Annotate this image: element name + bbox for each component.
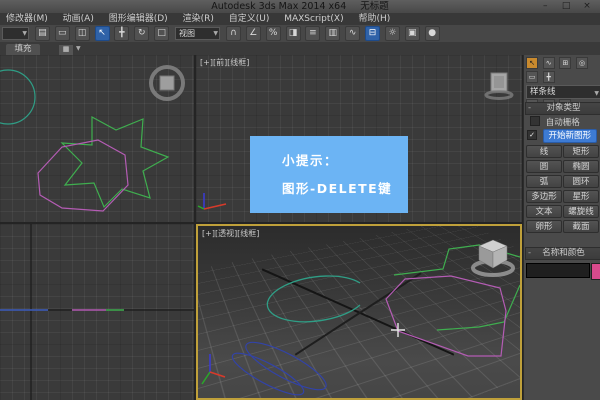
viewport-top[interactable] xyxy=(0,55,194,222)
ribbon-bar: 填充 ▦ ▼ xyxy=(0,42,600,56)
button-section[interactable]: 截面 xyxy=(563,220,599,233)
selection-filter-dropdown[interactable]: ▼ xyxy=(2,27,29,40)
tab-motion[interactable]: ◎ xyxy=(576,57,588,69)
menu-maxscript[interactable]: MAXScript(X) xyxy=(278,13,349,25)
autogrid-label: 自动栅格 xyxy=(546,118,580,128)
document-title: 无标题 xyxy=(360,1,389,12)
button-arc[interactable]: 弧 xyxy=(526,175,562,188)
menu-animation[interactable]: 动画(A) xyxy=(57,13,100,25)
tab-hierarchy[interactable]: ⊞ xyxy=(559,57,571,69)
button-line[interactable]: 线 xyxy=(526,145,562,158)
rectangular-selection-icon[interactable]: ▭ xyxy=(55,26,70,41)
viewport-left[interactable] xyxy=(0,224,194,400)
angle-snap-icon[interactable]: ∠ xyxy=(246,26,261,41)
tab-create[interactable]: ↖ xyxy=(526,57,538,69)
schematic-view-icon[interactable]: ⊟ xyxy=(365,26,380,41)
percent-snap-icon[interactable]: % xyxy=(266,26,281,41)
button-donut[interactable]: 圆环 xyxy=(563,175,599,188)
viewcube-ortho-icon xyxy=(151,67,183,99)
menu-bar: 修改器(M) 动画(A) 图形编辑器(D) 渲染(R) 自定义(U) MAXSc… xyxy=(0,13,600,25)
select-and-scale-icon[interactable]: □ xyxy=(154,26,169,41)
button-star[interactable]: 星形 xyxy=(563,190,599,203)
tab-display[interactable]: ▭ xyxy=(526,71,538,83)
layer-manager-icon[interactable]: ▥ xyxy=(325,26,340,41)
viewcube-ortho-icon xyxy=(486,73,512,99)
chevron-down-icon[interactable]: ▼ xyxy=(76,45,81,52)
viewport-area: [+][前][线框] xyxy=(0,55,523,400)
rollout-name-color[interactable]: - 名称和颜色 xyxy=(525,247,600,260)
object-color-swatch[interactable] xyxy=(591,263,600,280)
button-egg[interactable]: 卵形 xyxy=(526,220,562,233)
window-controls: – □ × xyxy=(536,0,596,13)
close-button[interactable]: × xyxy=(578,0,596,13)
viewport-perspective[interactable]: [+][透视][线框] xyxy=(196,224,522,400)
hint-title: 小提示： xyxy=(282,150,338,169)
command-panel: ↖ ∿ ⊞ ◎ ▭ ╋ ● ◠ ◇ ▣ △ ≈ ⊕ 样条线 ▼ - 对象类型 自… xyxy=(523,55,600,400)
collapse-icon: - xyxy=(528,103,531,114)
window-crossing-icon[interactable]: ◫ xyxy=(75,26,90,41)
align-icon[interactable]: ≡ xyxy=(305,26,320,41)
viewport-perspective-label[interactable]: [+][透视][线框] xyxy=(202,228,259,239)
menu-graph-editors[interactable]: 图形编辑器(D) xyxy=(103,13,174,25)
mirror-icon[interactable]: ◨ xyxy=(286,26,301,41)
button-rectangle[interactable]: 矩形 xyxy=(563,145,599,158)
start-new-shape-checkbox[interactable]: ✓ xyxy=(527,130,537,140)
button-circle[interactable]: 圆 xyxy=(526,160,562,173)
main-toolbar: ▼ ▤ ▭ ◫ ↖ ╋ ↻ □ 视图▼ ∩ ∠ % ◨ ≡ ▥ ∿ ⊟ ☼ ▣ … xyxy=(0,25,600,43)
shape-category-value: 样条线 xyxy=(530,87,556,97)
render-setup-icon[interactable]: ☼ xyxy=(385,26,400,41)
rendered-frame-icon[interactable]: ▣ xyxy=(405,26,420,41)
maximize-button[interactable]: □ xyxy=(557,0,575,13)
curve-editor-icon[interactable]: ∿ xyxy=(345,26,360,41)
select-by-name-icon[interactable]: ▤ xyxy=(35,26,50,41)
menu-rendering[interactable]: 渲染(R) xyxy=(177,13,220,25)
reference-coordinate-dropdown[interactable]: 视图 ▼ xyxy=(175,27,220,40)
tab-modify[interactable]: ∿ xyxy=(543,57,555,69)
command-panel-tabs: ↖ ∿ ⊞ ◎ ▭ ╋ xyxy=(524,55,600,83)
render-production-icon[interactable]: ● xyxy=(425,26,440,41)
hint-tooltip: 小提示： 图形-DELETE键 xyxy=(250,136,408,213)
button-ellipse[interactable]: 椭圆 xyxy=(563,160,599,173)
reference-coordinate-value: 视图 xyxy=(179,29,195,38)
app-title: Autodesk 3ds Max 2014 x64 xyxy=(211,1,346,12)
start-new-shape-button[interactable]: 开始新图形 xyxy=(543,129,597,143)
viewport-front-label[interactable]: [+][前][线框] xyxy=(200,57,249,68)
autogrid-row: 自动栅格 xyxy=(530,116,580,127)
rollout-name-color-label: 名称和颜色 xyxy=(542,248,585,258)
hint-text: 图形-DELETE键 xyxy=(282,178,392,197)
object-name-input[interactable] xyxy=(526,263,590,278)
minimize-button[interactable]: – xyxy=(536,0,554,13)
3dsmax-window: Autodesk 3ds Max 2014 x64 无标题 – □ × 修改器(M… xyxy=(0,0,600,400)
left-view-shapes xyxy=(0,224,194,400)
autogrid-checkbox[interactable] xyxy=(530,116,540,126)
ribbon-tab-populate[interactable]: 填充 xyxy=(6,44,40,55)
select-and-move-icon[interactable]: ╋ xyxy=(114,26,129,41)
chevron-down-icon: ▼ xyxy=(22,28,27,39)
collapse-icon: - xyxy=(528,248,531,259)
menu-help[interactable]: 帮助(H) xyxy=(352,13,396,25)
shape-category-dropdown[interactable]: 样条线 ▼ xyxy=(526,85,600,99)
chevron-down-icon: ▼ xyxy=(213,28,218,39)
rollout-object-type[interactable]: - 对象类型 xyxy=(525,102,600,115)
rollout-object-type-label: 对象类型 xyxy=(546,103,580,113)
button-ngon[interactable]: 多边形 xyxy=(526,190,562,203)
menu-modifiers[interactable]: 修改器(M) xyxy=(0,13,54,25)
menu-customize[interactable]: 自定义(U) xyxy=(223,13,276,25)
select-object-icon[interactable]: ↖ xyxy=(95,26,110,41)
button-text[interactable]: 文本 xyxy=(526,205,562,218)
top-view-shapes xyxy=(0,55,194,222)
snap-toggle-icon[interactable]: ∩ xyxy=(226,26,241,41)
chevron-down-icon: ▼ xyxy=(594,88,599,100)
start-new-shape-row: ✓ 开始新图形 xyxy=(527,129,597,140)
title-bar: Autodesk 3ds Max 2014 x64 无标题 – □ × xyxy=(0,0,600,13)
button-helix[interactable]: 螺旋线 xyxy=(563,205,599,218)
tab-utilities[interactable]: ╋ xyxy=(543,71,555,83)
select-and-rotate-icon[interactable]: ↻ xyxy=(134,26,149,41)
